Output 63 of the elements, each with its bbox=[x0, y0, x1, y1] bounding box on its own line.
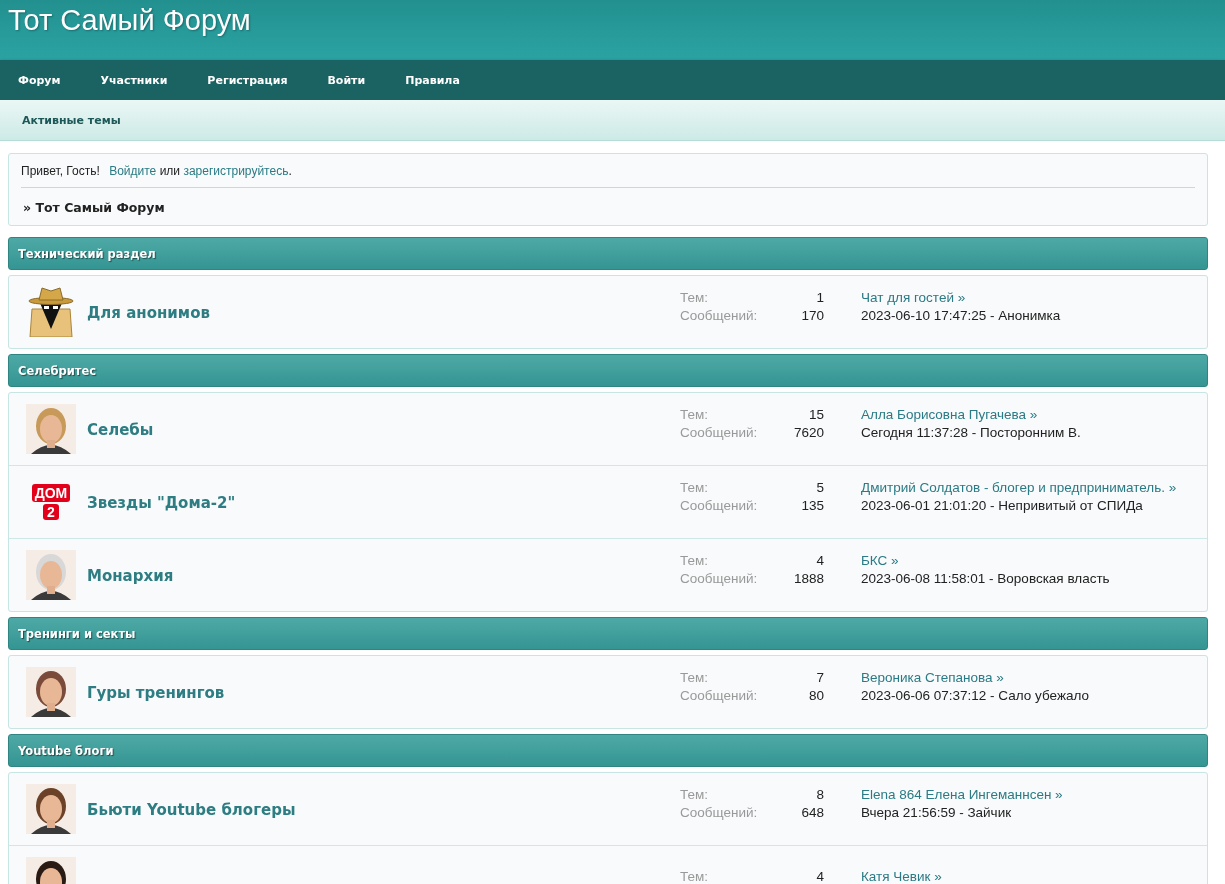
topics-count: 15 bbox=[807, 406, 824, 422]
topics-label: Тем: bbox=[680, 552, 710, 568]
site-title: Тот Самый Форум bbox=[8, 4, 251, 37]
topics-label: Тем: bbox=[680, 289, 710, 305]
forum-title[interactable]: Для анонимов bbox=[87, 303, 210, 322]
category-title: Тренинги и секты bbox=[18, 626, 136, 641]
posts-label: Сообщений: bbox=[680, 570, 759, 586]
posts-count: 648 bbox=[801, 804, 824, 820]
topics-label: Тем: bbox=[680, 868, 710, 884]
nav-link[interactable]: Правила bbox=[405, 73, 460, 87]
posts-label: Сообщений: bbox=[680, 687, 759, 703]
posts-label: Сообщений: bbox=[680, 497, 759, 513]
posts-label: Сообщений: bbox=[680, 804, 759, 820]
last-post-info: 2023-06-08 11:58:01 - Воровская власть bbox=[861, 570, 1110, 586]
topics-label: Тем: bbox=[680, 786, 710, 802]
greeting-text: Привет, Гость! bbox=[21, 164, 100, 178]
last-topic-link[interactable]: Дмитрий Солдатов - блогер и предприниматель. » bbox=[861, 479, 1177, 495]
logo: ДОМ 2 bbox=[31, 484, 71, 520]
forum-title[interactable]: Звезды "Дома-2" bbox=[87, 493, 236, 512]
last-topic-link[interactable]: Вероника Степанова » bbox=[861, 669, 1089, 685]
topics-count: 5 bbox=[815, 479, 824, 495]
posts-count: 1888 bbox=[793, 570, 824, 586]
login-link[interactable]: Войдите bbox=[109, 164, 157, 178]
category-title: Технический раздел bbox=[18, 246, 156, 261]
forum-title[interactable]: Селебы bbox=[87, 420, 154, 439]
posts-count: 170 bbox=[801, 307, 824, 323]
nav-link[interactable]: Участники bbox=[100, 73, 168, 87]
breadcrumb[interactable]: » Тот Самый Форум bbox=[23, 200, 165, 215]
topics-count: 8 bbox=[815, 786, 824, 802]
last-topic-link[interactable]: БКС » bbox=[861, 552, 1110, 568]
topics-count: 4 bbox=[816, 868, 824, 884]
category-title: Селебритес bbox=[18, 363, 97, 378]
posts-count: 80 bbox=[808, 687, 824, 703]
last-topic-link[interactable]: Elena 864 Елена Ингеманнсен » bbox=[861, 786, 1063, 802]
last-post-info: Сегодня 11:37:28 - Посторонним В. bbox=[861, 424, 1081, 440]
subnav-link[interactable]: Активные темы bbox=[22, 113, 121, 127]
forum-title[interactable]: Гуры тренингов bbox=[87, 683, 225, 702]
last-post-info: 2023-06-01 21:01:20 - Непривитый от СПИДа bbox=[861, 497, 1144, 513]
last-post-info: 2023-06-06 07:37:12 - Сало убежало bbox=[861, 687, 1089, 703]
period-text: . bbox=[288, 164, 292, 178]
topics-count: 1 bbox=[815, 289, 824, 305]
nav-link[interactable]: Форум bbox=[18, 73, 61, 87]
forum-title[interactable]: Бьюти Youtube блогеры bbox=[87, 800, 296, 819]
last-post-info: 2023-06-10 17:47:25 - Анонимка bbox=[861, 307, 1061, 323]
nav-link[interactable]: Войти bbox=[327, 73, 366, 87]
topics-count: 4 bbox=[815, 552, 824, 568]
last-topic-link[interactable]: Чат для гостей » bbox=[861, 289, 1061, 305]
spy-icon bbox=[28, 287, 74, 337]
nav-link[interactable]: Регистрация bbox=[207, 73, 288, 87]
topics-label: Тем: bbox=[680, 406, 710, 422]
last-topic-link[interactable]: Алла Борисовна Пугачева » bbox=[861, 406, 1081, 422]
or-text: или bbox=[159, 164, 181, 178]
last-post-info: Вчера 21:56:59 - Зайчик bbox=[861, 804, 1013, 820]
topics-label: Тем: bbox=[680, 669, 710, 685]
category-title: Youtube блоги bbox=[18, 743, 114, 758]
last-topic-link[interactable]: Катя Чевик » bbox=[861, 868, 942, 884]
posts-label: Сообщений: bbox=[680, 424, 759, 440]
posts-count: 7620 bbox=[793, 424, 824, 440]
posts-count: 135 bbox=[801, 497, 824, 513]
posts-label: Сообщений: bbox=[680, 307, 759, 323]
forum-title[interactable]: Монархия bbox=[87, 566, 174, 585]
topics-count: 7 bbox=[815, 669, 824, 685]
topics-label: Тем: bbox=[680, 479, 710, 495]
